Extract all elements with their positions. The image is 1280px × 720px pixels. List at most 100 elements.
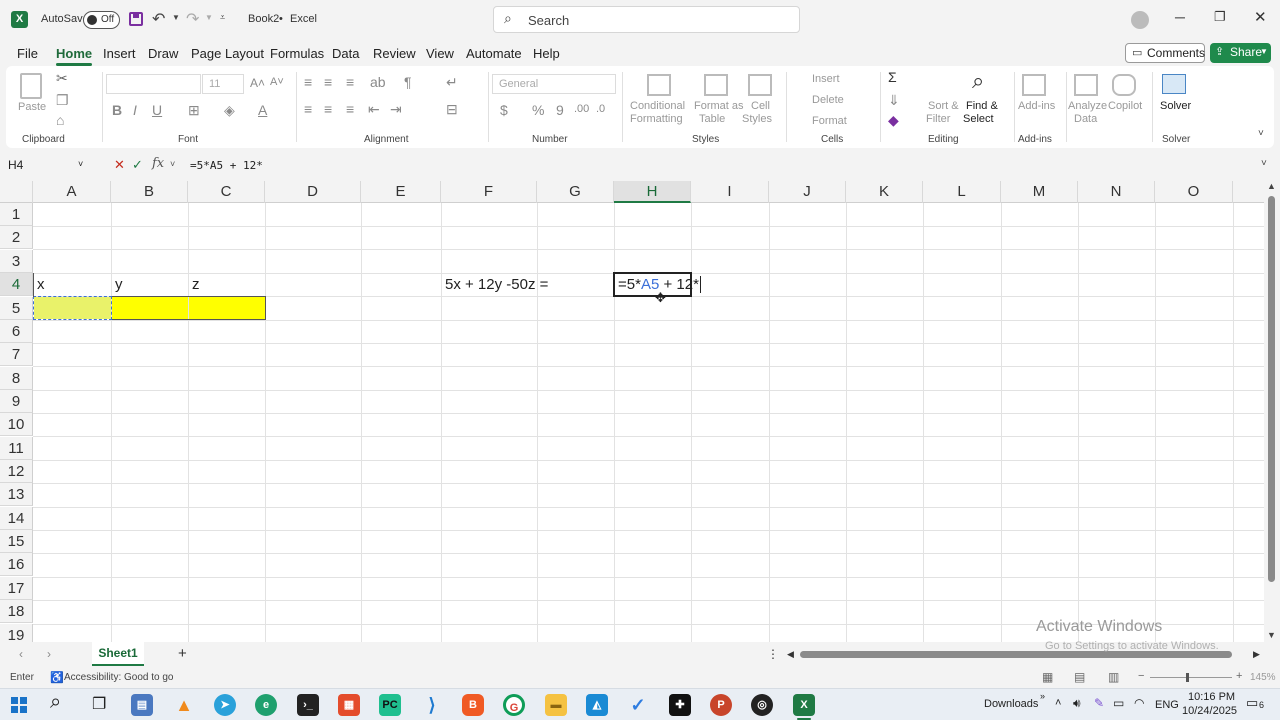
save-icon[interactable] (129, 12, 143, 26)
row-header-14[interactable]: 14 (0, 507, 33, 530)
increase-decimal-icon[interactable]: .00 (574, 103, 589, 115)
scroll-down-icon[interactable]: ▼ (1267, 630, 1276, 640)
row-header-15[interactable]: 15 (0, 530, 33, 553)
name-box-dropdown-icon[interactable]: ˅ (78, 159, 83, 169)
comments-button[interactable]: ▭ Comments (1125, 43, 1205, 63)
select-all-corner[interactable] (0, 181, 33, 203)
horizontal-scroll-thumb[interactable] (800, 651, 1232, 658)
wrap-text-icon[interactable]: ↵ (446, 74, 458, 91)
formula-input[interactable]: =5*A5 + 12* (186, 155, 1256, 175)
bold-icon[interactable]: B (112, 102, 122, 118)
sort-filter-label-2[interactable]: Filter (926, 113, 950, 126)
tab-automate[interactable]: Automate (466, 46, 522, 61)
column-header-i[interactable]: I (691, 181, 769, 203)
capcut-app-icon[interactable]: ✚ (669, 694, 691, 716)
chrome-app-icon[interactable]: G (503, 694, 525, 716)
row-header-17[interactable]: 17 (0, 577, 33, 600)
windows-start-icon[interactable] (11, 697, 27, 713)
conditional-formatting-label-2[interactable]: Formatting (630, 113, 683, 126)
decrease-decimal-icon[interactable]: .0 (596, 103, 605, 115)
account-avatar-icon[interactable] (1131, 11, 1149, 29)
close-icon[interactable]: ✕ (1254, 8, 1267, 26)
pycharm-app-icon[interactable]: PC (379, 694, 401, 716)
conditional-formatting-icon[interactable] (647, 74, 671, 96)
cancel-entry-icon[interactable]: ✕ (114, 157, 125, 173)
decrease-font-icon[interactable]: A˅ (270, 76, 284, 88)
copy-icon[interactable]: ❐ (56, 92, 69, 109)
zoom-out-icon[interactable]: − (1138, 670, 1144, 682)
downloads-label[interactable]: Downloads (984, 698, 1038, 710)
solver-icon[interactable] (1162, 74, 1186, 94)
row-header-4[interactable]: 4 (0, 273, 33, 296)
tab-draw[interactable]: Draw (148, 46, 178, 61)
add-ins-label[interactable]: Add-ins (1018, 100, 1055, 113)
analyze-data-label-1[interactable]: Analyze (1068, 100, 1107, 113)
tab-page-layout[interactable]: Page Layout (191, 46, 264, 61)
column-header-n[interactable]: N (1078, 181, 1155, 203)
row-header-16[interactable]: 16 (0, 553, 33, 576)
zoom-level[interactable]: 145% (1250, 672, 1276, 683)
clock-date[interactable]: 10/24/2025 (1182, 705, 1237, 717)
comma-icon[interactable]: 9 (556, 102, 564, 118)
worksheet-grid[interactable]: A B C D E F G H I J K L M N O 1 2 3 4 5 … (0, 181, 1264, 642)
share-dropdown-icon[interactable]: ▼ (1260, 47, 1268, 56)
vscode-app-icon[interactable]: ⟩ (421, 694, 443, 716)
cut-icon[interactable]: ✂ (56, 70, 68, 87)
vlc-app-icon[interactable]: ▲ (173, 694, 195, 716)
zoom-in-icon[interactable]: + (1236, 670, 1242, 682)
sort-filter-label-1[interactable]: Sort & (928, 100, 959, 113)
underline-icon[interactable]: U (152, 102, 162, 118)
redo-icon[interactable]: ↷ (186, 9, 199, 29)
row-header-13[interactable]: 13 (0, 483, 33, 506)
sheet-options-icon[interactable]: ⋮ (767, 647, 779, 661)
battery-icon[interactable]: ▭ (1113, 696, 1124, 710)
customize-qat-icon[interactable]: ⩡ (220, 12, 225, 23)
column-header-l[interactable]: L (923, 181, 1001, 203)
taskbar-search-icon[interactable]: ⌕ (50, 691, 61, 714)
analyze-data-label-2[interactable]: Data (1074, 113, 1097, 126)
page-break-view-icon[interactable]: ▥ (1108, 670, 1119, 684)
column-header-e[interactable]: E (361, 181, 441, 203)
name-box[interactable]: H4 ˅ (4, 155, 92, 175)
page-layout-view-icon[interactable]: ▤ (1074, 670, 1085, 684)
prev-sheet-icon[interactable]: ‹ (19, 647, 23, 661)
terminal-app-icon[interactable]: ›_ (297, 694, 319, 716)
obs-app-icon[interactable]: ◎ (751, 694, 773, 716)
align-center-icon[interactable]: ≡ (324, 101, 332, 117)
collapse-ribbon-icon[interactable]: ˅ (1258, 128, 1264, 139)
vertical-scroll-thumb[interactable] (1268, 196, 1275, 582)
orientation-icon[interactable]: ab (370, 74, 386, 90)
row-header-3[interactable]: 3 (0, 250, 33, 273)
search-box[interactable]: ⌕ Search (493, 6, 800, 33)
telegram-app-icon[interactable]: ➤ (214, 694, 236, 716)
insert-cells-button[interactable]: Insert (812, 73, 840, 86)
format-as-table-label-2[interactable]: Table (699, 113, 725, 126)
paste-icon[interactable] (20, 73, 42, 99)
autosum-icon[interactable]: Σ (888, 69, 897, 85)
row-header-6[interactable]: 6 (0, 320, 33, 343)
powerpoint-app-icon[interactable]: P (710, 694, 732, 716)
paste-label[interactable]: Paste (18, 101, 46, 114)
format-cells-button[interactable]: Format (812, 115, 847, 128)
confirm-entry-icon[interactable]: ✓ (132, 157, 143, 173)
clear-icon[interactable]: ◆ (888, 112, 899, 129)
increase-indent-icon[interactable]: ⇥ (390, 101, 402, 118)
tab-insert[interactable]: Insert (103, 46, 136, 61)
row-header-8[interactable]: 8 (0, 367, 33, 390)
row-header-19[interactable]: 19 (0, 624, 33, 642)
hscroll-left-icon[interactable]: ◀ (787, 649, 794, 660)
cell-styles-icon[interactable] (748, 74, 772, 96)
file-manager-app-icon[interactable]: ▤ (131, 694, 153, 716)
bottom-align-icon[interactable]: ≡ (346, 74, 354, 90)
row-header-5[interactable]: 5 (0, 297, 33, 320)
clock-time[interactable]: 10:16 PM (1188, 691, 1235, 703)
percent-icon[interactable]: % (532, 102, 544, 118)
column-header-o[interactable]: O (1155, 181, 1233, 203)
tab-review[interactable]: Review (373, 46, 416, 61)
cell-b4[interactable]: y (112, 274, 123, 296)
wifi-icon[interactable]: ◠ (1134, 696, 1144, 710)
column-header-j[interactable]: J (769, 181, 846, 203)
font-name-combo[interactable] (106, 74, 201, 94)
excel-taskbar-icon[interactable]: X (793, 694, 815, 716)
row-header-7[interactable]: 7 (0, 343, 33, 366)
